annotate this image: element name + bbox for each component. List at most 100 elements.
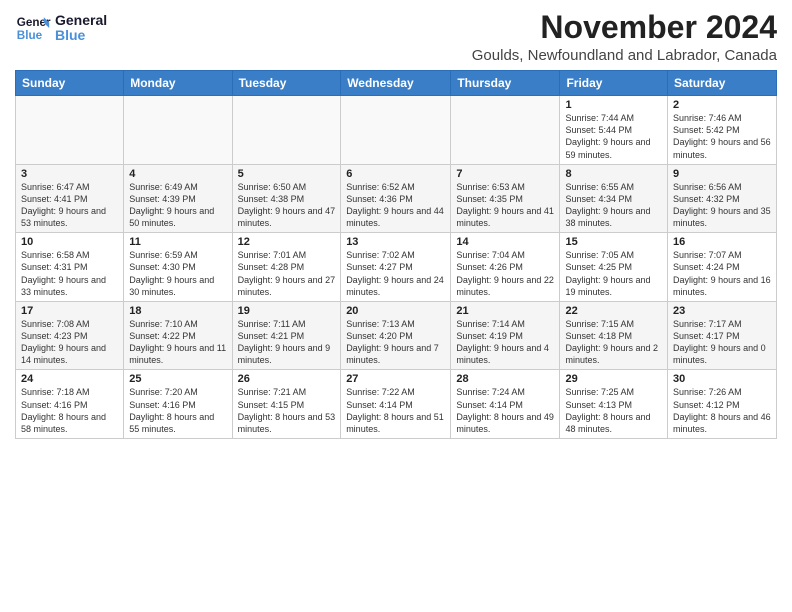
calendar-cell: 12Sunrise: 7:01 AM Sunset: 4:28 PM Dayli… [232,233,341,302]
calendar-cell: 26Sunrise: 7:21 AM Sunset: 4:15 PM Dayli… [232,370,341,439]
header-top: General Blue General Blue November 2024 … [15,10,777,64]
calendar-cell: 2Sunrise: 7:46 AM Sunset: 5:42 PM Daylig… [668,96,777,165]
day-info: Sunrise: 7:10 AM Sunset: 4:22 PM Dayligh… [129,318,226,367]
day-info: Sunrise: 6:49 AM Sunset: 4:39 PM Dayligh… [129,181,226,230]
week-row-3: 17Sunrise: 7:08 AM Sunset: 4:23 PM Dayli… [16,301,777,370]
calendar-cell: 9Sunrise: 6:56 AM Sunset: 4:32 PM Daylig… [668,164,777,233]
day-info: Sunrise: 7:02 AM Sunset: 4:27 PM Dayligh… [346,249,445,298]
day-number: 21 [456,305,554,317]
calendar: SundayMondayTuesdayWednesdayThursdayFrid… [15,70,777,439]
day-number: 23 [673,305,771,317]
day-info: Sunrise: 6:47 AM Sunset: 4:41 PM Dayligh… [21,181,118,230]
calendar-cell: 28Sunrise: 7:24 AM Sunset: 4:14 PM Dayli… [451,370,560,439]
day-number: 11 [129,236,226,248]
main-title: November 2024 [472,10,777,45]
calendar-cell [451,96,560,165]
day-info: Sunrise: 7:08 AM Sunset: 4:23 PM Dayligh… [21,318,118,367]
logo-general: General [55,13,107,28]
day-info: Sunrise: 7:24 AM Sunset: 4:14 PM Dayligh… [456,386,554,435]
week-row-0: 1Sunrise: 7:44 AM Sunset: 5:44 PM Daylig… [16,96,777,165]
day-info: Sunrise: 6:50 AM Sunset: 4:38 PM Dayligh… [238,181,336,230]
day-info: Sunrise: 6:55 AM Sunset: 4:34 PM Dayligh… [565,181,662,230]
calendar-cell: 17Sunrise: 7:08 AM Sunset: 4:23 PM Dayli… [16,301,124,370]
calendar-cell: 25Sunrise: 7:20 AM Sunset: 4:16 PM Dayli… [124,370,232,439]
header-day-monday: Monday [124,71,232,96]
day-number: 24 [21,373,118,385]
header-day-sunday: Sunday [16,71,124,96]
week-row-4: 24Sunrise: 7:18 AM Sunset: 4:16 PM Dayli… [16,370,777,439]
calendar-cell: 22Sunrise: 7:15 AM Sunset: 4:18 PM Dayli… [560,301,668,370]
day-number: 19 [238,305,336,317]
day-number: 12 [238,236,336,248]
day-info: Sunrise: 6:52 AM Sunset: 4:36 PM Dayligh… [346,181,445,230]
day-info: Sunrise: 7:44 AM Sunset: 5:44 PM Dayligh… [565,112,662,161]
calendar-cell: 14Sunrise: 7:04 AM Sunset: 4:26 PM Dayli… [451,233,560,302]
header-day-thursday: Thursday [451,71,560,96]
day-number: 9 [673,168,771,180]
day-number: 27 [346,373,445,385]
day-number: 26 [238,373,336,385]
calendar-cell [124,96,232,165]
day-info: Sunrise: 6:58 AM Sunset: 4:31 PM Dayligh… [21,249,118,298]
calendar-cell [232,96,341,165]
calendar-cell: 3Sunrise: 6:47 AM Sunset: 4:41 PM Daylig… [16,164,124,233]
day-number: 29 [565,373,662,385]
day-info: Sunrise: 7:26 AM Sunset: 4:12 PM Dayligh… [673,386,771,435]
day-info: Sunrise: 7:21 AM Sunset: 4:15 PM Dayligh… [238,386,336,435]
calendar-cell: 29Sunrise: 7:25 AM Sunset: 4:13 PM Dayli… [560,370,668,439]
day-number: 20 [346,305,445,317]
page: General Blue General Blue November 2024 … [0,0,792,612]
subtitle: Goulds, Newfoundland and Labrador, Canad… [472,47,777,64]
calendar-cell: 8Sunrise: 6:55 AM Sunset: 4:34 PM Daylig… [560,164,668,233]
calendar-cell: 11Sunrise: 6:59 AM Sunset: 4:30 PM Dayli… [124,233,232,302]
day-info: Sunrise: 7:17 AM Sunset: 4:17 PM Dayligh… [673,318,771,367]
calendar-cell: 5Sunrise: 6:50 AM Sunset: 4:38 PM Daylig… [232,164,341,233]
calendar-cell [341,96,451,165]
day-info: Sunrise: 7:25 AM Sunset: 4:13 PM Dayligh… [565,386,662,435]
day-number: 8 [565,168,662,180]
day-info: Sunrise: 7:14 AM Sunset: 4:19 PM Dayligh… [456,318,554,367]
header-day-saturday: Saturday [668,71,777,96]
day-info: Sunrise: 7:20 AM Sunset: 4:16 PM Dayligh… [129,386,226,435]
calendar-cell: 7Sunrise: 6:53 AM Sunset: 4:35 PM Daylig… [451,164,560,233]
day-number: 10 [21,236,118,248]
day-number: 1 [565,99,662,111]
day-info: Sunrise: 7:15 AM Sunset: 4:18 PM Dayligh… [565,318,662,367]
day-info: Sunrise: 7:01 AM Sunset: 4:28 PM Dayligh… [238,249,336,298]
calendar-cell: 6Sunrise: 6:52 AM Sunset: 4:36 PM Daylig… [341,164,451,233]
day-info: Sunrise: 7:46 AM Sunset: 5:42 PM Dayligh… [673,112,771,161]
day-info: Sunrise: 6:56 AM Sunset: 4:32 PM Dayligh… [673,181,771,230]
day-number: 5 [238,168,336,180]
day-info: Sunrise: 6:59 AM Sunset: 4:30 PM Dayligh… [129,249,226,298]
day-number: 14 [456,236,554,248]
calendar-cell: 16Sunrise: 7:07 AM Sunset: 4:24 PM Dayli… [668,233,777,302]
calendar-cell: 21Sunrise: 7:14 AM Sunset: 4:19 PM Dayli… [451,301,560,370]
calendar-cell: 24Sunrise: 7:18 AM Sunset: 4:16 PM Dayli… [16,370,124,439]
day-info: Sunrise: 6:53 AM Sunset: 4:35 PM Dayligh… [456,181,554,230]
day-number: 15 [565,236,662,248]
calendar-cell: 23Sunrise: 7:17 AM Sunset: 4:17 PM Dayli… [668,301,777,370]
calendar-cell: 4Sunrise: 6:49 AM Sunset: 4:39 PM Daylig… [124,164,232,233]
day-number: 30 [673,373,771,385]
day-info: Sunrise: 7:13 AM Sunset: 4:20 PM Dayligh… [346,318,445,367]
calendar-cell: 30Sunrise: 7:26 AM Sunset: 4:12 PM Dayli… [668,370,777,439]
calendar-cell: 15Sunrise: 7:05 AM Sunset: 4:25 PM Dayli… [560,233,668,302]
day-info: Sunrise: 7:05 AM Sunset: 4:25 PM Dayligh… [565,249,662,298]
day-number: 28 [456,373,554,385]
day-number: 7 [456,168,554,180]
calendar-cell: 27Sunrise: 7:22 AM Sunset: 4:14 PM Dayli… [341,370,451,439]
day-number: 18 [129,305,226,317]
day-info: Sunrise: 7:18 AM Sunset: 4:16 PM Dayligh… [21,386,118,435]
calendar-cell: 10Sunrise: 6:58 AM Sunset: 4:31 PM Dayli… [16,233,124,302]
day-number: 17 [21,305,118,317]
calendar-header-row: SundayMondayTuesdayWednesdayThursdayFrid… [16,71,777,96]
calendar-cell: 19Sunrise: 7:11 AM Sunset: 4:21 PM Dayli… [232,301,341,370]
day-number: 25 [129,373,226,385]
day-number: 16 [673,236,771,248]
calendar-cell: 13Sunrise: 7:02 AM Sunset: 4:27 PM Dayli… [341,233,451,302]
logo: General Blue General Blue [15,10,107,46]
day-number: 3 [21,168,118,180]
calendar-cell [16,96,124,165]
day-number: 22 [565,305,662,317]
svg-text:Blue: Blue [17,29,43,42]
